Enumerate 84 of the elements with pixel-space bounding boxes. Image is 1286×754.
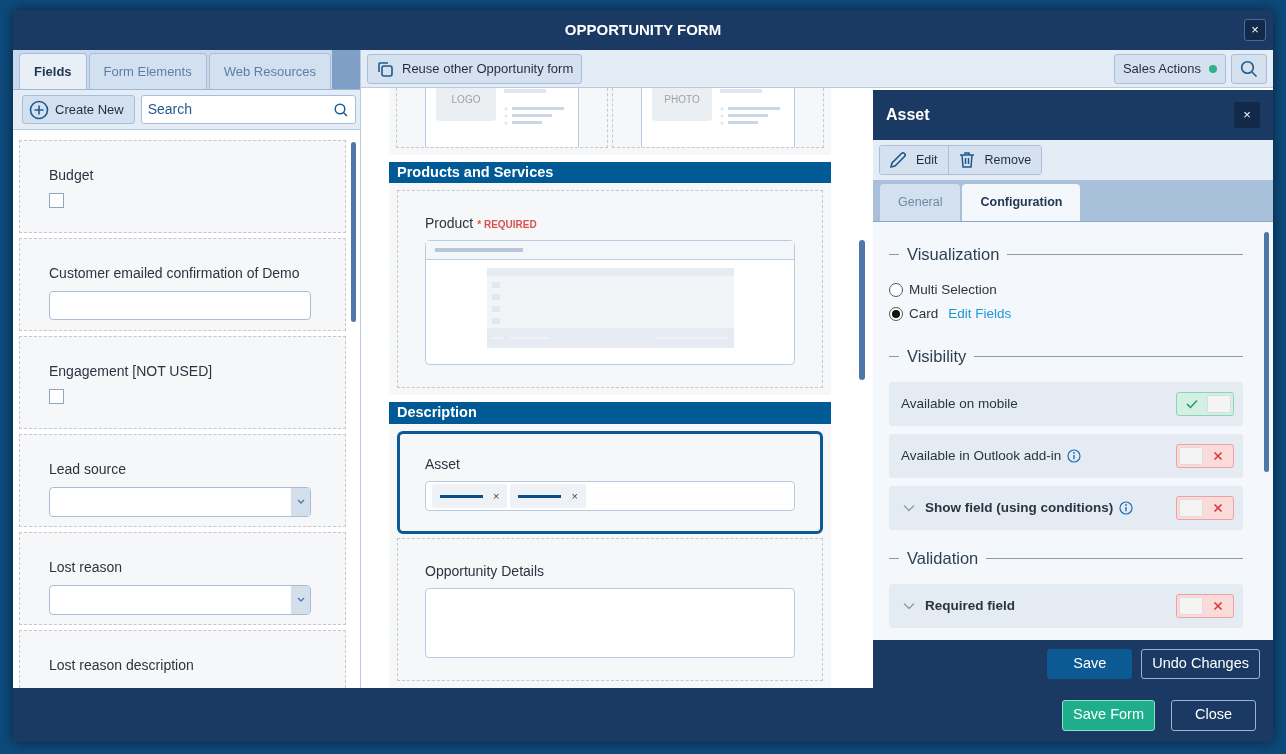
undo-changes-button[interactable]: Undo Changes	[1141, 649, 1260, 679]
scrollbar[interactable]	[1263, 232, 1269, 472]
tag-remove-button[interactable]: ×	[571, 490, 578, 502]
checkbox[interactable]	[49, 193, 64, 208]
field-card[interactable]: Customer emailed confirmation of Demo	[19, 238, 346, 331]
radio-button[interactable]	[889, 283, 903, 297]
sales-actions-button[interactable]: Sales Actions	[1113, 53, 1226, 84]
copy-icon	[376, 59, 394, 78]
field-label: Opportunity Details	[425, 563, 545, 579]
toggle-switch[interactable]	[1176, 594, 1234, 618]
chevron-down-icon	[296, 597, 305, 603]
close-button[interactable]: ×	[1234, 102, 1260, 128]
tag-label-bar	[518, 494, 562, 498]
image-placeholder: LOGO	[436, 88, 496, 121]
field-card[interactable]: Lost reason	[19, 532, 346, 625]
field-card[interactable]: Budget	[19, 140, 346, 233]
setting-label: Show field (using conditions)	[925, 498, 1114, 517]
status-dot	[1209, 64, 1217, 73]
tag-chip[interactable]: ×	[432, 484, 508, 508]
close-button[interactable]: Close	[1171, 699, 1256, 731]
section-title: Visualization	[907, 243, 1000, 265]
close-button[interactable]: ×	[1244, 19, 1266, 41]
setting-label: Available in Outlook add-in	[901, 446, 1062, 465]
tag-chip[interactable]: ×	[510, 484, 586, 508]
form-field-cell[interactable]: Asset × ×	[397, 431, 823, 534]
toggle-switch[interactable]	[1176, 444, 1234, 468]
search-icon	[1240, 59, 1258, 78]
scrollbar[interactable]	[350, 142, 356, 322]
field-label: Lead source	[49, 460, 128, 479]
search-icon	[333, 103, 348, 117]
text-input[interactable]	[49, 291, 311, 320]
remove-button[interactable]: Remove	[948, 146, 1042, 174]
section-header: Description	[389, 402, 831, 424]
form-field-cell[interactable]: Opportunity Details	[397, 538, 823, 681]
tag-remove-button[interactable]: ×	[493, 490, 500, 502]
x-icon	[1213, 451, 1223, 461]
tag-input[interactable]: × ×	[425, 481, 795, 511]
section-header: Products and Services	[389, 161, 831, 184]
field-card[interactable]: Engagement [NOT USED]	[19, 336, 346, 429]
save-button[interactable]: Save	[1047, 649, 1133, 679]
create-new-button[interactable]: Create New	[22, 95, 135, 124]
field-card[interactable]: Lost reason description	[19, 630, 346, 688]
window-title: OPPORTUNITY FORM	[564, 19, 722, 40]
pencil-icon	[888, 150, 908, 170]
field-label: Asset	[425, 456, 460, 472]
image-placeholder: PHOTO	[652, 88, 712, 121]
chevron-down-icon	[296, 499, 305, 505]
field-label: Engagement [NOT USED]	[49, 362, 214, 381]
section-title: Visibility	[907, 345, 967, 367]
field-label: Customer emailed confirmation of Demo	[49, 264, 301, 283]
field-label: Lost reason	[49, 558, 124, 577]
required-label: * REQUIRED	[477, 219, 537, 231]
tab[interactable]: Configuration	[962, 184, 1081, 221]
search-field[interactable]: Search	[140, 95, 356, 124]
tab[interactable]: Fields	[19, 53, 87, 89]
check-icon	[1186, 399, 1198, 409]
field-card[interactable]: Lead source	[19, 434, 346, 527]
dropdown[interactable]	[49, 487, 311, 517]
dropdown[interactable]	[49, 585, 311, 615]
x-icon	[1213, 601, 1223, 611]
toggle-switch[interactable]	[1176, 496, 1234, 520]
setting-label: Available on mobile	[901, 394, 1018, 413]
field-label: Lost reason description	[49, 656, 195, 675]
chevron-down-icon[interactable]	[903, 504, 915, 512]
reuse-form-button[interactable]: Reuse other Opportunity form	[367, 53, 583, 84]
toggle-switch[interactable]	[1176, 392, 1234, 416]
section-title: Validation	[907, 547, 979, 569]
checkbox[interactable]	[49, 389, 64, 404]
setting-label: Required field	[925, 596, 1015, 615]
tag-label-bar	[440, 494, 483, 498]
plus-circle-icon	[29, 99, 49, 120]
edit-button[interactable]: Edit	[880, 146, 949, 174]
field-label: Product	[425, 215, 474, 232]
form-field-cell[interactable]: Product * REQUIRED	[397, 190, 823, 389]
panel-title: Asset	[886, 105, 930, 125]
chevron-down-icon[interactable]	[903, 602, 915, 610]
field-label: Budget	[49, 166, 95, 185]
option-label: Multi Selection	[909, 280, 997, 299]
search-button[interactable]	[1231, 53, 1267, 84]
option-label: Card	[909, 304, 939, 323]
x-icon	[1213, 503, 1223, 513]
scrollbar[interactable]	[859, 240, 865, 380]
textarea-field[interactable]	[425, 588, 795, 658]
radio-button[interactable]	[889, 307, 903, 321]
